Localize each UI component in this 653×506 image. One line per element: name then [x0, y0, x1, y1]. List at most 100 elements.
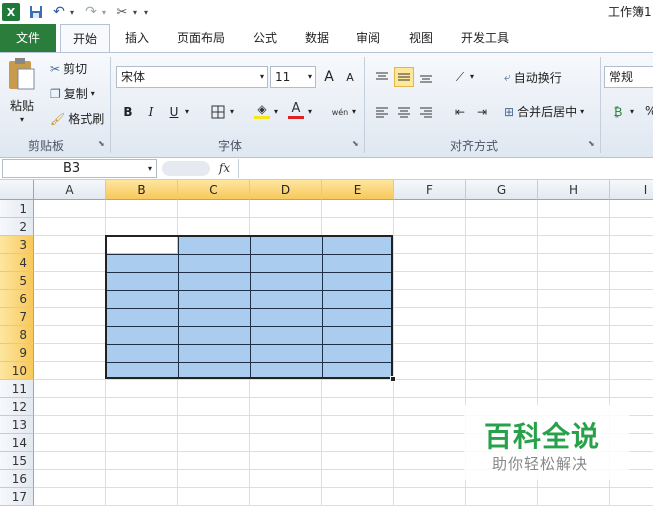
row-header-16[interactable]: 16 [0, 470, 34, 488]
row-header-5[interactable]: 5 [0, 272, 34, 290]
tab-review[interactable]: 审阅 [348, 24, 388, 52]
font-name-select[interactable]: 宋体 ▾ [116, 66, 268, 88]
italic-button[interactable]: I [141, 102, 161, 122]
undo-dropdown-icon[interactable]: ▾ [68, 3, 76, 21]
paste-button[interactable]: 粘贴 ▾ [6, 57, 40, 127]
borders-icon [211, 105, 225, 119]
tab-data[interactable]: 数据 [297, 24, 337, 52]
tab-view[interactable]: 视图 [401, 24, 441, 52]
tools-icon[interactable]: ✂ [113, 3, 131, 21]
underline-button[interactable]: U [164, 102, 184, 122]
formula-input[interactable] [238, 159, 653, 178]
phonetic-icon: wén [331, 107, 349, 117]
align-middle-button[interactable] [394, 67, 414, 87]
column-header-f[interactable]: F [394, 180, 466, 200]
column-header-a[interactable]: A [34, 180, 106, 200]
row-header-10[interactable]: 10 [0, 362, 34, 380]
fill-color-button[interactable]: ◈ [252, 100, 272, 120]
insert-function-button[interactable]: fx [212, 159, 237, 178]
align-left-button[interactable] [372, 102, 392, 122]
orientation-button[interactable]: ⟋ [450, 67, 470, 87]
fill-handle[interactable] [390, 376, 396, 382]
copy-button[interactable]: ❐ 复制 ▾ [50, 85, 95, 102]
format-painter-label: 格式刷 [68, 112, 105, 126]
active-cell[interactable] [107, 237, 177, 253]
underline-dropdown-icon[interactable]: ▾ [185, 107, 189, 116]
tab-formulas[interactable]: 公式 [245, 24, 285, 52]
redo-dropdown-icon[interactable]: ▾ [100, 3, 108, 21]
grid-line [34, 397, 653, 398]
font-size-select[interactable]: 11 ▾ [270, 66, 316, 88]
selected-range[interactable] [105, 235, 393, 379]
row-header-7[interactable]: 7 [0, 308, 34, 326]
number-format-select[interactable]: 常规 [604, 66, 653, 88]
row-header-15[interactable]: 15 [0, 452, 34, 470]
merge-center-button[interactable]: ⊞ 合并后居中 ▾ [504, 103, 584, 120]
format-painter-button[interactable]: 🖌 格式刷 [50, 110, 104, 127]
column-header-c[interactable]: C [178, 180, 250, 200]
cut-button[interactable]: ✂ 剪切 [50, 60, 87, 77]
row-header-11[interactable]: 11 [0, 380, 34, 398]
tab-page-layout[interactable]: 页面布局 [170, 24, 232, 52]
column-header-i[interactable]: I [610, 180, 653, 200]
increase-indent-icon: ⇥ [476, 105, 488, 119]
row-header-2[interactable]: 2 [0, 218, 34, 236]
select-all-corner[interactable] [0, 180, 34, 200]
formula-bar-grip-icon[interactable] [162, 161, 210, 176]
row-header-4[interactable]: 4 [0, 254, 34, 272]
clipboard-launcher-icon[interactable]: ⬊ [98, 139, 105, 148]
tab-file[interactable]: 文件 [0, 24, 56, 52]
row-header-14[interactable]: 14 [0, 434, 34, 452]
row-header-13[interactable]: 13 [0, 416, 34, 434]
tools-dropdown-icon[interactable]: ▾ [131, 3, 139, 21]
column-header-e[interactable]: E [322, 180, 394, 200]
increase-indent-button[interactable]: ⇥ [472, 102, 492, 122]
accounting-format-button[interactable]: ₿ [608, 102, 628, 122]
column-header-d[interactable]: D [250, 180, 322, 200]
row-header-6[interactable]: 6 [0, 290, 34, 308]
font-color-button[interactable]: A [286, 100, 306, 120]
font-color-icon: A [291, 101, 301, 116]
fx-icon: fx [218, 161, 231, 175]
row-header-9[interactable]: 9 [0, 344, 34, 362]
alignment-launcher-icon[interactable]: ⬊ [588, 139, 595, 148]
row-header-12[interactable]: 12 [0, 398, 34, 416]
shrink-font-button[interactable]: A [340, 67, 360, 87]
borders-button[interactable] [208, 102, 228, 122]
align-top-icon [376, 72, 388, 80]
align-top-button[interactable] [372, 67, 392, 87]
phonetic-dropdown-icon[interactable]: ▾ [352, 107, 356, 116]
tab-insert[interactable]: 插入 [115, 24, 159, 52]
align-bottom-button[interactable] [416, 67, 436, 87]
wrap-text-button[interactable]: ⤶ 自动换行 [504, 69, 562, 86]
borders-dropdown-icon[interactable]: ▾ [230, 107, 234, 116]
row-header-17[interactable]: 17 [0, 488, 34, 506]
bold-button[interactable]: B [118, 102, 138, 122]
redo-icon[interactable]: ↷ [82, 3, 100, 21]
phonetic-button[interactable]: wén [328, 102, 352, 122]
font-color-dropdown-icon[interactable]: ▾ [308, 107, 312, 116]
grow-font-button[interactable]: A [319, 67, 339, 87]
column-header-g[interactable]: G [466, 180, 538, 200]
name-box[interactable]: B3 ▾ [2, 159, 157, 178]
column-header-b[interactable]: B [106, 180, 178, 200]
align-right-button[interactable] [416, 102, 436, 122]
row-header-1[interactable]: 1 [0, 200, 34, 218]
fill-color-dropdown-icon[interactable]: ▾ [274, 107, 278, 116]
column-header-h[interactable]: H [538, 180, 610, 200]
align-center-button[interactable] [394, 102, 414, 122]
row-header-3[interactable]: 3 [0, 236, 34, 254]
font-launcher-icon[interactable]: ⬊ [352, 139, 359, 148]
tab-developer[interactable]: 开发工具 [455, 24, 515, 52]
percent-icon[interactable]: % [645, 104, 653, 118]
customize-qat-icon[interactable]: ▾ [141, 3, 151, 21]
orientation-dropdown-icon[interactable]: ▾ [470, 72, 474, 81]
save-icon[interactable] [27, 3, 45, 21]
tab-home[interactable]: 开始 [60, 24, 110, 53]
row-header-8[interactable]: 8 [0, 326, 34, 344]
undo-icon[interactable]: ↶ [50, 3, 68, 21]
font-size-value: 11 [275, 70, 291, 84]
ribbon-tabs: 文件 开始 插入 页面布局 公式 数据 审阅 视图 开发工具 [0, 24, 653, 53]
accounting-dropdown-icon[interactable]: ▾ [630, 107, 634, 116]
decrease-indent-button[interactable]: ⇤ [450, 102, 470, 122]
